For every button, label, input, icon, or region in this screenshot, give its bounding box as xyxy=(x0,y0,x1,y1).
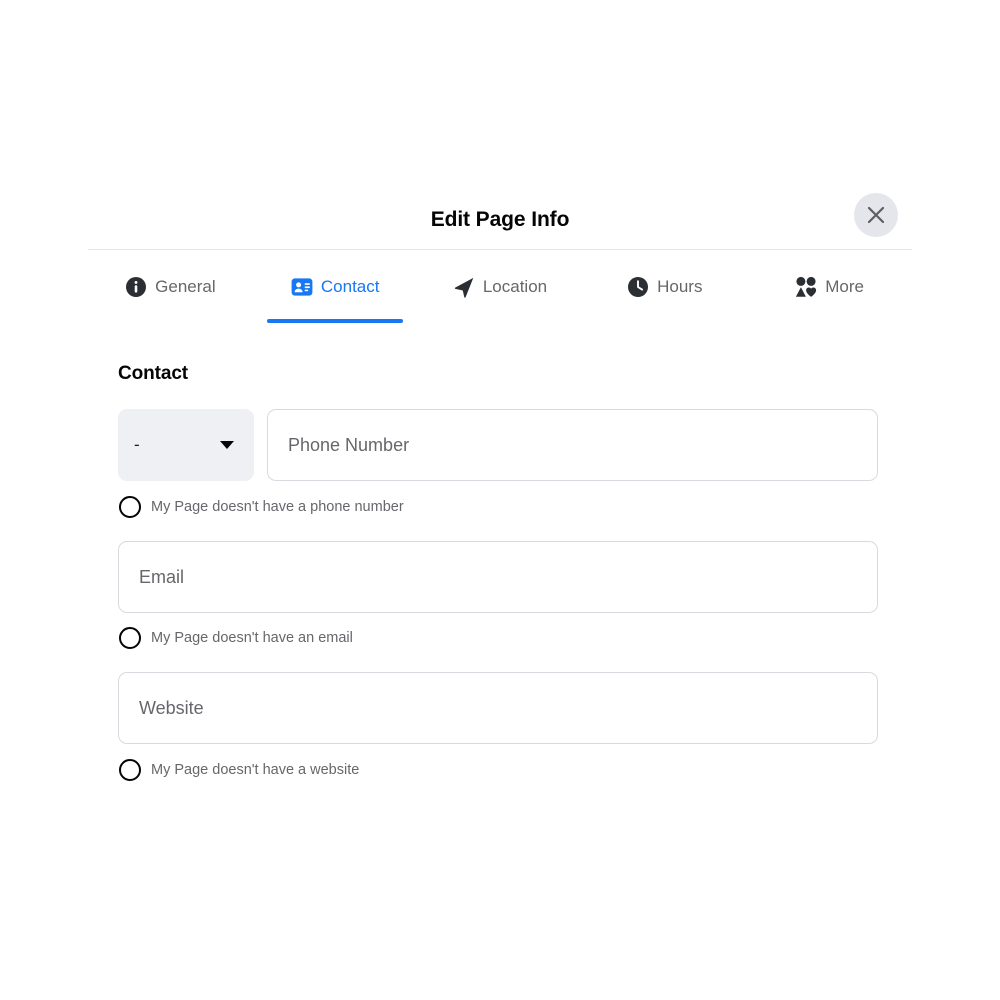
phone-no-value-label: My Page doesn't have a phone number xyxy=(151,499,404,515)
website-input[interactable] xyxy=(118,672,878,744)
website-field-row xyxy=(118,672,878,744)
section-title-contact: Contact xyxy=(118,363,189,384)
radio-button-email[interactable] xyxy=(119,627,141,649)
country-code-select[interactable]: - xyxy=(118,409,254,481)
email-no-value-option[interactable]: My Page doesn't have an email xyxy=(119,627,353,649)
tab-more-label: More xyxy=(825,277,864,296)
radio-button-website[interactable] xyxy=(119,759,141,781)
info-circle-icon xyxy=(125,276,147,298)
phone-field-row: - xyxy=(118,409,878,481)
close-icon xyxy=(865,204,887,226)
clock-icon xyxy=(627,276,649,298)
tab-contact-label: Contact xyxy=(320,277,380,296)
tab-general-label: General xyxy=(155,277,216,296)
navigation-arrow-icon xyxy=(453,276,475,298)
email-field-row xyxy=(118,541,878,613)
contact-card-icon xyxy=(291,276,313,298)
friends-icon xyxy=(795,276,817,298)
chevron-down-icon xyxy=(220,441,234,449)
tab-location[interactable]: Location xyxy=(418,251,583,323)
page-title: Edit Page Info xyxy=(430,208,570,231)
website-no-value-option[interactable]: My Page doesn't have a website xyxy=(119,759,359,781)
website-no-value-label: My Page doesn't have a website xyxy=(151,762,360,778)
close-button[interactable] xyxy=(854,193,898,237)
tab-bar: General Contact Location Hours More xyxy=(88,251,912,323)
tab-hours[interactable]: Hours xyxy=(582,251,747,323)
tab-contact[interactable]: Contact xyxy=(253,251,418,323)
tab-general[interactable]: General xyxy=(88,251,253,323)
radio-button-phone[interactable] xyxy=(119,496,141,518)
modal-header: Edit Page Info xyxy=(88,190,912,250)
active-tab-underline xyxy=(267,319,404,323)
phone-number-input[interactable] xyxy=(267,409,878,481)
tab-hours-label: Hours xyxy=(657,277,703,296)
email-input[interactable] xyxy=(118,541,878,613)
tab-more[interactable]: More xyxy=(747,251,912,323)
phone-no-value-option[interactable]: My Page doesn't have a phone number xyxy=(119,496,404,518)
tab-location-label: Location xyxy=(482,277,548,296)
email-no-value-label: My Page doesn't have an email xyxy=(151,630,353,646)
edit-page-info-modal: Edit Page Info General Contact Location … xyxy=(0,0,1000,1000)
country-code-value: - xyxy=(134,435,140,454)
